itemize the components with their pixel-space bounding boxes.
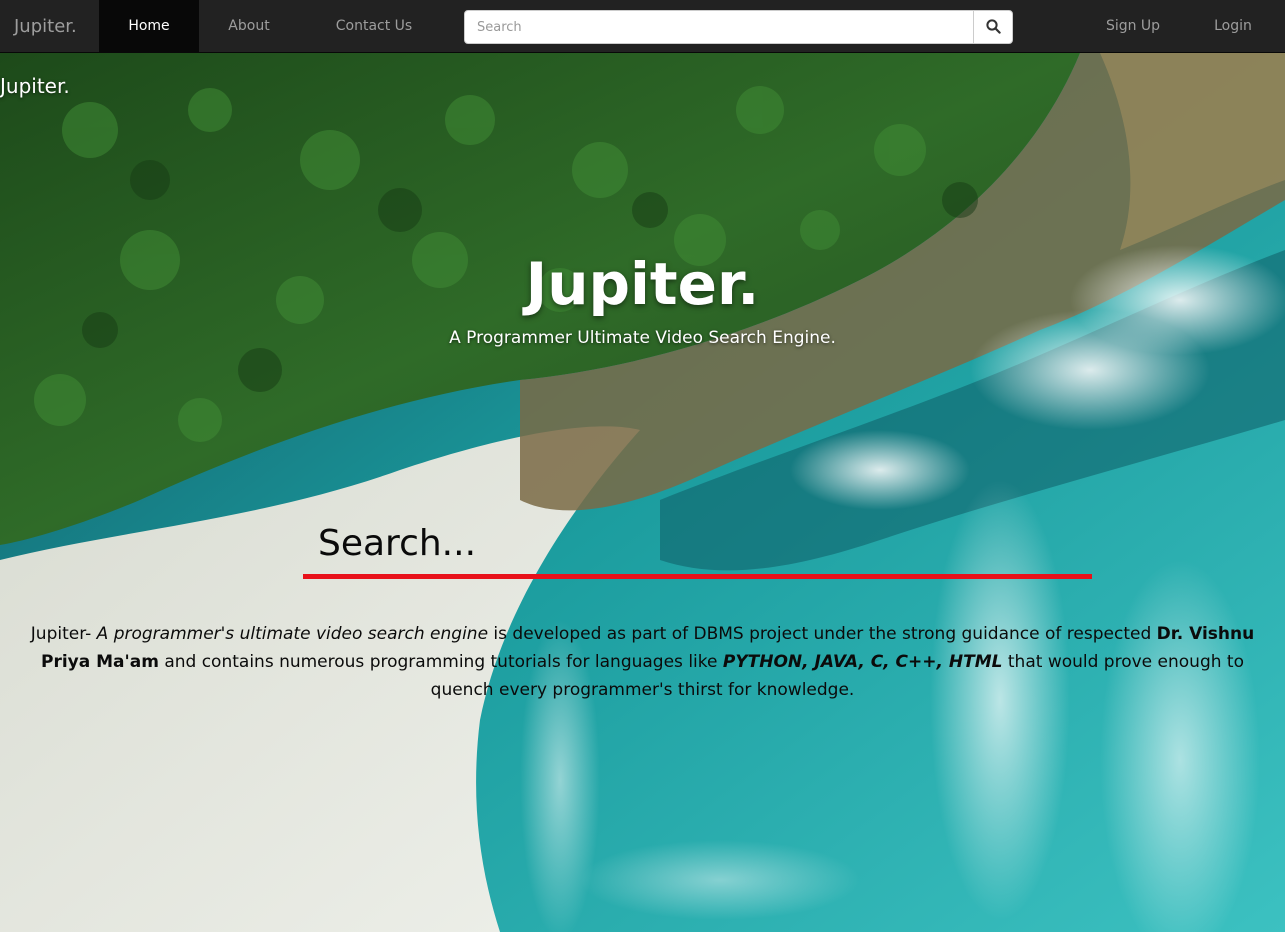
- nav-link-login[interactable]: Login: [1205, 0, 1261, 52]
- main-search-underline: [303, 574, 1092, 579]
- search-icon: [986, 19, 1001, 34]
- about-text-tagline: A programmer's ultimate video search eng…: [96, 624, 489, 644]
- hero-background-image: [0, 0, 1285, 932]
- about-text-languages: PYTHON, JAVA, C, C++, HTML: [722, 652, 1003, 672]
- corner-logo-text: Jupiter.: [0, 74, 70, 98]
- main-search-input[interactable]: [303, 512, 1092, 574]
- navbar-search-button[interactable]: [973, 11, 1012, 43]
- main-search-box: [303, 512, 1092, 580]
- about-text-part-5: and contains numerous programming tutori…: [158, 652, 723, 672]
- navbar-search-group: [464, 10, 1013, 44]
- nav-link-sign-up[interactable]: Sign Up: [1098, 0, 1168, 52]
- nav-link-about[interactable]: About: [213, 0, 285, 52]
- nav-link-home[interactable]: Home: [99, 0, 199, 52]
- hero-subtitle: A Programmer Ultimate Video Search Engin…: [449, 328, 836, 348]
- about-text-part-1: Jupiter-: [30, 624, 97, 644]
- navbar-search-input[interactable]: [465, 11, 973, 43]
- about-paragraph: Jupiter- A programmer's ultimate video s…: [24, 620, 1261, 704]
- top-navbar: Jupiter. Home About Contact Us Sign Up L…: [0, 0, 1285, 53]
- nav-link-contact-us[interactable]: Contact Us: [330, 0, 418, 52]
- about-text-part-3: is developed as part of DBMS project und…: [488, 624, 1157, 644]
- hero-title: Jupiter.: [525, 250, 760, 318]
- navbar-brand[interactable]: Jupiter.: [14, 16, 77, 37]
